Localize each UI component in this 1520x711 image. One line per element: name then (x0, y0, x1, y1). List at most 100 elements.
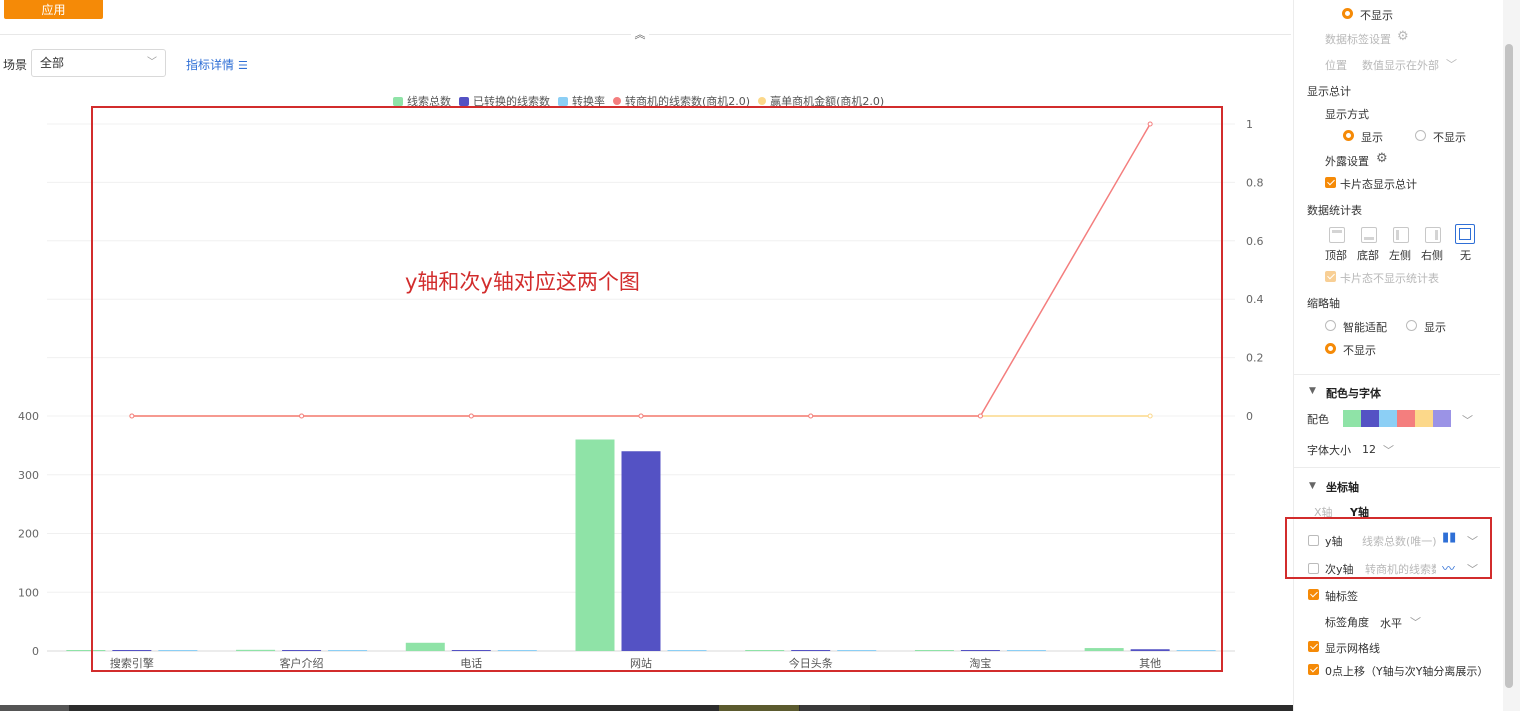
chevron-down-icon[interactable]: ﹀ (1467, 533, 1478, 549)
collapse-triangle-icon[interactable]: ▼ (1309, 481, 1316, 491)
color-label: 配色 (1307, 413, 1329, 426)
thumb-show-radio[interactable] (1406, 320, 1417, 331)
tab-y-axis[interactable]: Y轴 (1350, 504, 1369, 520)
bar (1176, 650, 1216, 651)
chevron-down-icon: ﹀ (1383, 444, 1394, 457)
y-tick-label: 0 (32, 645, 39, 658)
label-hide-text: 不显示 (1360, 9, 1393, 22)
stats-bottom-icon[interactable] (1361, 227, 1377, 243)
chevron-down-icon[interactable]: ﹀ (1462, 412, 1473, 428)
card-show-total-checkbox[interactable] (1325, 177, 1336, 188)
color-font-section[interactable]: 配色与字体 (1326, 385, 1381, 401)
scene-select[interactable]: 全部 ﹀ (31, 49, 166, 77)
bar (837, 650, 877, 651)
bar (497, 650, 537, 651)
y-tick-label: 200 (18, 528, 39, 541)
card-show-total-text: 卡片态显示总计 (1340, 178, 1417, 191)
show-gridlines-text: 显示网格线 (1325, 642, 1380, 655)
chevron-down-icon[interactable]: ﹀ (1467, 561, 1478, 577)
bar (621, 451, 661, 651)
axis-section[interactable]: 坐标轴 (1326, 479, 1359, 495)
bar (112, 650, 152, 651)
position-select[interactable]: 数值显示在外部 (1362, 57, 1439, 73)
display-hide-radio[interactable] (1415, 130, 1426, 141)
line-point (299, 413, 305, 419)
metric-details-link[interactable]: 指标详情 ☰ (186, 56, 248, 73)
x-tick-label: 网站 (630, 656, 652, 670)
line-point (1147, 121, 1153, 127)
chevron-down-icon: ﹀ (147, 57, 157, 68)
font-size-select[interactable]: 12 (1362, 443, 1376, 456)
chevron-down-icon: ﹀ (1446, 58, 1457, 71)
x-tick-label: 电话 (460, 657, 482, 670)
gear-icon[interactable]: ⚙ (1397, 29, 1409, 44)
y2-axis-field-select[interactable]: 转商机的线索数 (1365, 561, 1436, 577)
list-icon: ☰ (238, 59, 248, 72)
tab-x-axis[interactable]: X轴 (1314, 504, 1333, 520)
y2-tick-label: 0 (1246, 410, 1253, 423)
bar (960, 650, 1000, 651)
y-tick-label: 300 (18, 469, 39, 482)
label-angle-select[interactable]: 水平 (1380, 615, 1402, 631)
palette-swatch (1379, 410, 1397, 427)
gear-icon[interactable]: ⚙ (1376, 151, 1388, 166)
y2-tick-label: 0.8 (1246, 176, 1264, 189)
stats-top-icon[interactable] (1329, 227, 1345, 243)
axis-tick-label-checkbox[interactable] (1308, 589, 1319, 600)
series-line (131, 123, 1151, 417)
zero-up-text: 0点上移（Y轴与次Y轴分离展示） (1325, 665, 1489, 678)
line-point (468, 413, 474, 419)
bar (914, 650, 954, 651)
line-point (808, 413, 814, 419)
label-angle-label: 标签角度 (1325, 616, 1369, 629)
zero-up-checkbox[interactable] (1308, 664, 1319, 675)
show-gridlines-checkbox[interactable] (1308, 641, 1319, 652)
thumb-show-text: 显示 (1424, 321, 1446, 334)
panel-divider (1293, 374, 1500, 375)
y2-axis-checkbox[interactable] (1308, 563, 1319, 574)
bar (66, 650, 106, 651)
bar (282, 650, 322, 651)
outer-settings-label: 外露设置 (1325, 155, 1369, 168)
y2-tick-label: 0.6 (1246, 235, 1264, 248)
thumb-hide-radio[interactable] (1325, 343, 1336, 354)
line-chart-icon[interactable]: 〰 (1442, 558, 1455, 577)
label-hide-radio[interactable] (1342, 8, 1353, 19)
palette-swatch (1361, 410, 1379, 427)
collapse-up-icon[interactable]: ︽ (631, 27, 649, 43)
metric-details-label: 指标详情 (186, 58, 235, 72)
thumb-smart-radio[interactable] (1325, 320, 1336, 331)
bar (667, 650, 707, 651)
chart-canvas: 0 0.2 0.4 0.6 0.8 1 0 100 200 300 400 搜索引擎 客户介绍 电话 网站 今… (18, 118, 1264, 670)
bar-chart-icon[interactable]: ▮▮ (1442, 530, 1456, 545)
y2-tick-label: 1 (1246, 118, 1253, 131)
display-hide-text: 不显示 (1433, 131, 1466, 144)
thumb-smart-text: 智能适配 (1343, 321, 1387, 334)
palette-swatch (1433, 410, 1451, 427)
line-point (638, 413, 644, 419)
stats-none-icon[interactable] (1455, 224, 1475, 244)
apply-button[interactable]: 应用 (4, 0, 103, 19)
card-hide-stats-checkbox[interactable] (1325, 271, 1336, 282)
y2-tick-label: 0.2 (1246, 352, 1264, 365)
axis-tick-label-text: 轴标签 (1325, 590, 1358, 603)
thumbnail-axis-heading: 缩略轴 (1307, 297, 1340, 310)
scene-label: 场景 (3, 58, 28, 72)
y-axis-checkbox[interactable] (1308, 535, 1319, 546)
collapse-triangle-icon[interactable]: ▼ (1309, 386, 1316, 396)
display-mode-label: 显示方式 (1325, 108, 1369, 121)
y-tick-label: 400 (18, 410, 39, 423)
stats-pos-top: 顶部 (1325, 249, 1347, 262)
x-tick-label: 淘宝 (969, 656, 991, 670)
y-axis-field-select[interactable]: 线索总数(唯一) (1362, 533, 1436, 549)
scrollbar-thumb[interactable] (1505, 44, 1513, 688)
stats-right-icon[interactable] (1425, 227, 1441, 243)
card-hide-stats-text: 卡片态不显示统计表 (1340, 272, 1439, 285)
palette-swatch (1415, 410, 1433, 427)
chevron-down-icon: ﹀ (1410, 616, 1421, 629)
x-tick-label: 客户介绍 (280, 656, 324, 670)
bar (1084, 648, 1124, 651)
thumb-hide-text: 不显示 (1343, 344, 1376, 357)
stats-left-icon[interactable] (1393, 227, 1409, 243)
display-show-radio[interactable] (1343, 130, 1354, 141)
